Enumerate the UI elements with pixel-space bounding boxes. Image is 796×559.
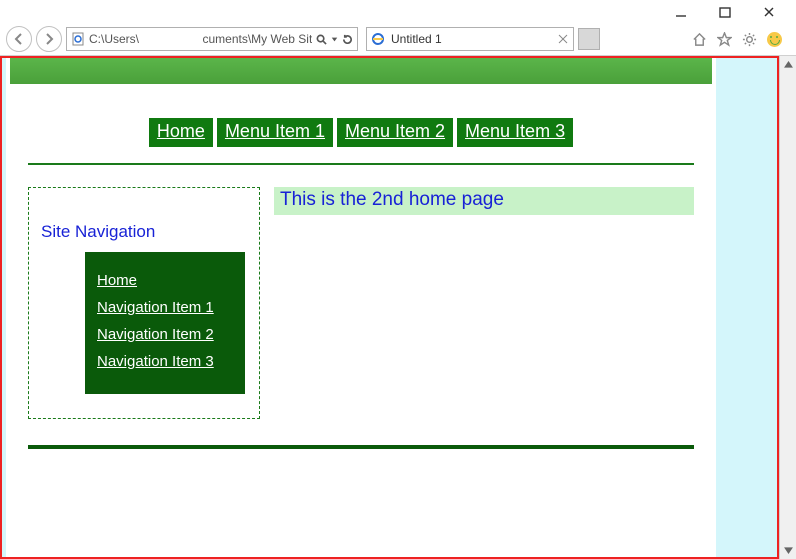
header-banner xyxy=(10,58,712,84)
divider-top xyxy=(28,163,694,165)
address-text-right: cuments\My Web Sites\ xyxy=(203,32,313,46)
vertical-scrollbar[interactable] xyxy=(779,56,796,559)
browser-viewport: Home Menu Item 1 Menu Item 2 Menu Item 3… xyxy=(0,56,796,559)
address-controls xyxy=(316,34,353,45)
tab-close-icon[interactable] xyxy=(557,33,569,45)
home-icon[interactable] xyxy=(692,32,707,47)
main-content: This is the 2nd home page xyxy=(274,187,694,215)
tab-title: Untitled 1 xyxy=(391,32,551,46)
scroll-up-arrow[interactable] xyxy=(780,56,796,73)
back-button[interactable] xyxy=(6,26,32,52)
side-nav-heading: Site Navigation xyxy=(41,222,249,242)
topnav-item-1[interactable]: Menu Item 1 xyxy=(217,118,333,147)
sidenav-item-1[interactable]: Navigation Item 1 xyxy=(97,299,233,316)
favorites-star-icon[interactable] xyxy=(717,32,732,47)
ie-logo-icon xyxy=(371,32,385,46)
window-close-button[interactable] xyxy=(762,5,776,19)
window-minimize-button[interactable] xyxy=(674,5,688,19)
address-text-left: C:\Users\ xyxy=(89,32,199,46)
topnav-item-2[interactable]: Menu Item 2 xyxy=(337,118,453,147)
browser-chrome: C:\Users\ cuments\My Web Sites\ Untitled… xyxy=(0,0,796,56)
toolbar-right-icons xyxy=(692,32,790,47)
address-bar[interactable]: C:\Users\ cuments\My Web Sites\ xyxy=(66,27,358,51)
sidenav-home[interactable]: Home xyxy=(97,272,233,289)
new-tab-button[interactable] xyxy=(578,28,600,50)
dropdown-icon[interactable] xyxy=(329,34,340,45)
scroll-down-arrow[interactable] xyxy=(780,542,796,559)
refresh-icon[interactable] xyxy=(342,34,353,45)
sidenav-item-2[interactable]: Navigation Item 2 xyxy=(97,326,233,343)
browser-tab[interactable]: Untitled 1 xyxy=(366,27,574,51)
forward-button[interactable] xyxy=(36,26,62,52)
window-titlebar xyxy=(0,0,796,24)
side-nav-box: Site Navigation Home Navigation Item 1 N… xyxy=(28,187,260,419)
sidenav-item-3[interactable]: Navigation Item 3 xyxy=(97,353,233,370)
divider-bottom xyxy=(28,445,694,449)
top-nav: Home Menu Item 1 Menu Item 2 Menu Item 3 xyxy=(6,118,716,147)
topnav-item-3[interactable]: Menu Item 3 xyxy=(457,118,573,147)
content-headline: This is the 2nd home page xyxy=(274,187,694,215)
tools-gear-icon[interactable] xyxy=(742,32,757,47)
window-maximize-button[interactable] xyxy=(718,5,732,19)
page-content-frame: Home Menu Item 1 Menu Item 2 Menu Item 3… xyxy=(0,56,779,559)
topnav-home[interactable]: Home xyxy=(149,118,213,147)
search-icon[interactable] xyxy=(316,34,327,45)
page-file-icon xyxy=(71,32,85,46)
page-panel: Home Menu Item 1 Menu Item 2 Menu Item 3… xyxy=(6,58,716,557)
main-columns: Site Navigation Home Navigation Item 1 N… xyxy=(6,175,716,419)
side-nav-list: Home Navigation Item 1 Navigation Item 2… xyxy=(85,252,245,394)
browser-toolbar: C:\Users\ cuments\My Web Sites\ Untitled… xyxy=(0,24,796,55)
feedback-smiley-icon[interactable] xyxy=(767,32,782,47)
